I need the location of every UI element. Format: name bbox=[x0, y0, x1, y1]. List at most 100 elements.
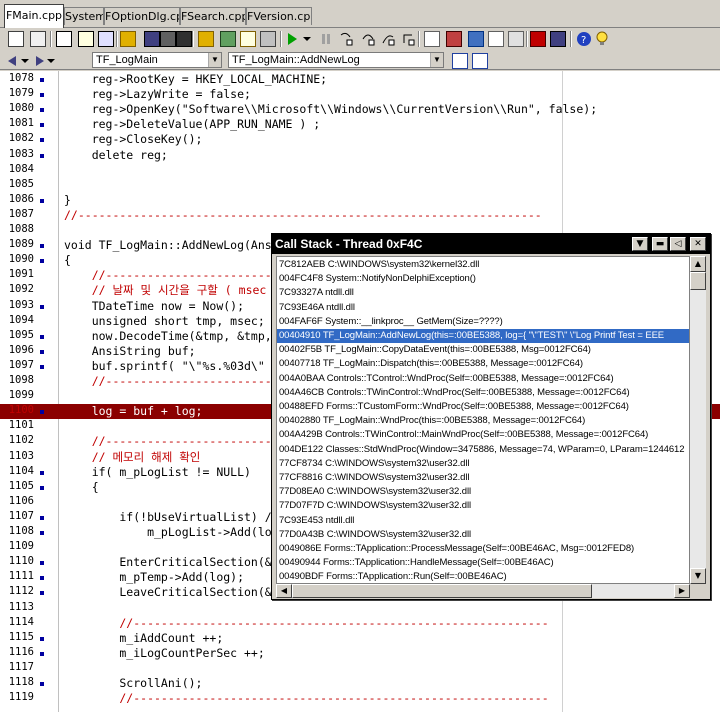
executable-line-marker[interactable] bbox=[40, 515, 44, 520]
back-icon[interactable] bbox=[4, 53, 20, 69]
executable-line-marker[interactable] bbox=[40, 244, 44, 249]
tab-fversion-cpp[interactable]: FVersion.cpp bbox=[246, 7, 312, 25]
chevron-down-icon[interactable]: ▼ bbox=[208, 53, 221, 67]
code-line[interactable]: m_pLogList->Add(log); bbox=[64, 525, 292, 540]
call-stack-row[interactable]: 0049086E Forms::TApplication::ProcessMes… bbox=[279, 542, 634, 556]
tab-system[interactable]: System bbox=[64, 7, 104, 25]
call-stack-row[interactable]: 00488EFD Forms::TCustomForm::WndProc(Sel… bbox=[279, 400, 629, 414]
watch-icon[interactable] bbox=[424, 31, 440, 47]
executable-line-marker[interactable] bbox=[40, 410, 44, 415]
save-icon[interactable] bbox=[144, 31, 160, 47]
call-stack-row[interactable]: 00402880 TF_LogMain::WndProc(this=:00BE5… bbox=[279, 414, 585, 428]
call-stack-row[interactable]: 77CF8816 C:\WINDOWS\system32\user32.dll bbox=[279, 471, 469, 485]
scroll-thumb[interactable] bbox=[690, 272, 706, 290]
executable-line-marker[interactable] bbox=[40, 576, 44, 581]
executable-line-marker[interactable] bbox=[40, 108, 44, 113]
check-icon[interactable] bbox=[240, 31, 256, 47]
executable-line-marker[interactable] bbox=[40, 138, 44, 143]
implementation-icon[interactable] bbox=[472, 53, 488, 69]
code-line[interactable]: //----------------------------- bbox=[64, 434, 307, 449]
call-stack-row[interactable]: 77D07F7D C:\WINDOWS\system32\user32.dll bbox=[279, 499, 471, 513]
executable-line-marker[interactable] bbox=[40, 304, 44, 309]
chevron-down-icon[interactable]: ▼ bbox=[430, 53, 443, 67]
trace-into-icon[interactable] bbox=[338, 31, 354, 47]
save-all-icon[interactable] bbox=[160, 31, 176, 47]
options-icon[interactable] bbox=[260, 31, 276, 47]
executable-line-marker[interactable] bbox=[40, 470, 44, 475]
executable-line-marker[interactable] bbox=[40, 153, 44, 158]
help-icon[interactable]: ? bbox=[576, 31, 592, 47]
executable-line-marker[interactable] bbox=[40, 561, 44, 566]
code-line[interactable]: reg->RootKey = HKEY_LOCAL_MACHINE; bbox=[64, 72, 327, 87]
executable-line-marker[interactable] bbox=[40, 531, 44, 535]
pause-icon[interactable] bbox=[318, 31, 334, 47]
code-line[interactable]: if(!bUseVirtualList) //Owne bbox=[64, 510, 306, 525]
call-stack-row[interactable]: 004A0BAA Controls::TControl::WndProc(Sel… bbox=[279, 372, 614, 386]
code-line[interactable]: EnterCriticalSection(&g_sec bbox=[64, 555, 306, 570]
breakpoints-icon[interactable] bbox=[488, 31, 504, 47]
window-list-icon[interactable] bbox=[550, 31, 566, 47]
run-to-cursor-icon[interactable] bbox=[400, 31, 416, 47]
code-line[interactable]: m_pTemp->Add(log); bbox=[64, 570, 244, 585]
executable-line-marker[interactable] bbox=[40, 259, 44, 264]
code-line[interactable]: reg->OpenKey("Software\\Microsoft\\Windo… bbox=[64, 102, 597, 117]
code-line[interactable]: AnsiString buf; bbox=[64, 344, 196, 359]
toggle-form-unit-icon[interactable] bbox=[98, 31, 114, 47]
executable-line-marker[interactable] bbox=[40, 93, 44, 98]
close-icon[interactable]: ✕ bbox=[690, 237, 706, 251]
scroll-down-icon[interactable]: ▼ bbox=[690, 568, 706, 584]
tab-foptiondlg-cpp[interactable]: FOptionDlg.cpp bbox=[104, 7, 180, 25]
executable-line-marker[interactable] bbox=[40, 682, 44, 686]
code-line[interactable]: //----------------------------- bbox=[64, 268, 307, 283]
call-stack-row[interactable]: 7C93327A ntdll.dll bbox=[279, 286, 354, 300]
forward-dropdown-icon[interactable] bbox=[46, 53, 62, 69]
code-line[interactable]: now.DecodeTime(&tmp, &tmp, &tm bbox=[64, 329, 300, 344]
call-stack-row[interactable]: 00490944 Forms::TApplication::HandleMess… bbox=[279, 556, 554, 570]
call-stack-row[interactable]: 00402F5B TF_LogMain::CopyDataEvent(this=… bbox=[279, 343, 591, 357]
code-line[interactable]: { bbox=[64, 253, 71, 268]
call-stack-row[interactable]: 7C812AEB C:\WINDOWS\system32\kernel32.dl… bbox=[279, 258, 479, 272]
executable-line-marker[interactable] bbox=[40, 78, 44, 82]
code-line[interactable]: // 메모리 해제 확인 bbox=[64, 450, 201, 465]
minimize-icon[interactable]: ▬ bbox=[652, 237, 668, 251]
code-line[interactable]: reg->DeleteValue(APP_RUN_NAME ) ; bbox=[64, 117, 321, 132]
call-stack-row[interactable]: 7C93E453 ntdll.dll bbox=[279, 514, 354, 528]
add-file-icon[interactable] bbox=[220, 31, 236, 47]
executable-line-marker[interactable] bbox=[40, 636, 44, 641]
method-combo[interactable]: TF_LogMain::AddNewLog ▼ bbox=[228, 52, 444, 68]
dock-pin-icon[interactable]: ◁ bbox=[670, 237, 686, 251]
cpu-icon[interactable] bbox=[530, 31, 546, 47]
call-stack-row[interactable]: 77D0A43B C:\WINDOWS\system32\user32.dll bbox=[279, 528, 471, 542]
call-stack-row[interactable]: 004A46CB Controls::TWinControl::WndProc(… bbox=[279, 386, 630, 400]
vertical-scrollbar[interactable]: ▲ ▼ bbox=[690, 256, 706, 584]
code-line[interactable]: log = buf + log; bbox=[64, 404, 203, 419]
code-line[interactable]: // 날짜 및 시간을 구할 ( msec bbox=[64, 283, 267, 298]
declaration-icon[interactable] bbox=[452, 53, 468, 69]
call-stack-row[interactable]: 7C93E46A ntdll.dll bbox=[279, 301, 355, 315]
call-stack-row[interactable]: 77D08EA0 C:\WINDOWS\system32\user32.dll bbox=[279, 485, 471, 499]
code-line[interactable]: if( m_pLogList != NULL) bbox=[64, 465, 251, 480]
call-stack-row[interactable]: 00490BDF Forms::TApplication::Run(Self=:… bbox=[279, 570, 507, 583]
executable-line-marker[interactable] bbox=[40, 591, 44, 596]
tab-fmain-cpp[interactable]: FMain.cpp bbox=[4, 4, 64, 28]
open-project-icon[interactable] bbox=[30, 31, 46, 47]
executable-line-marker[interactable] bbox=[40, 364, 44, 369]
view-form-icon[interactable] bbox=[78, 31, 94, 47]
bug-icon[interactable] bbox=[176, 31, 192, 47]
tools-icon[interactable] bbox=[508, 31, 524, 47]
scroll-up-icon[interactable]: ▲ bbox=[690, 256, 706, 272]
code-line[interactable]: delete reg; bbox=[64, 148, 168, 163]
code-line[interactable]: m_iAddCount ++; bbox=[64, 631, 223, 646]
run-dropdown-icon[interactable] bbox=[302, 31, 318, 47]
executable-line-marker[interactable] bbox=[40, 334, 44, 339]
scroll-right-icon[interactable]: ▶ bbox=[674, 584, 690, 598]
view-unit-icon[interactable] bbox=[56, 31, 72, 47]
code-line[interactable]: ScrollAni(); bbox=[64, 676, 202, 691]
code-line[interactable]: { bbox=[64, 480, 99, 495]
code-line[interactable]: reg->CloseKey(); bbox=[64, 132, 203, 147]
call-stack-list[interactable]: 7C812AEB C:\WINDOWS\system32\kernel32.dl… bbox=[276, 256, 690, 584]
step-over-icon[interactable] bbox=[360, 31, 376, 47]
code-line[interactable]: } bbox=[64, 193, 71, 208]
executable-line-marker[interactable] bbox=[40, 349, 44, 354]
run-icon[interactable] bbox=[284, 31, 300, 47]
